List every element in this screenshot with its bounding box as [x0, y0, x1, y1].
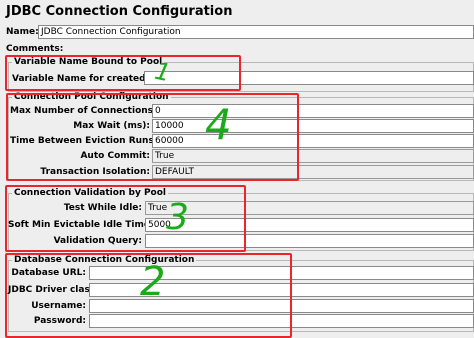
annotation-box-3 [5, 185, 246, 252]
page-title: JDBC Connection Configuration [6, 4, 233, 19]
annotation-box-4 [6, 93, 299, 181]
name-field[interactable]: JDBC Connection Configuration [38, 25, 474, 39]
annotation-number-4: 4 [205, 100, 232, 149]
comments-label: Comments: [6, 44, 64, 54]
name-label: Name: [6, 27, 39, 37]
annotation-box-1 [5, 55, 241, 91]
annotation-number-2: 2 [140, 259, 166, 305]
annotation-number-3: 3 [166, 197, 189, 238]
